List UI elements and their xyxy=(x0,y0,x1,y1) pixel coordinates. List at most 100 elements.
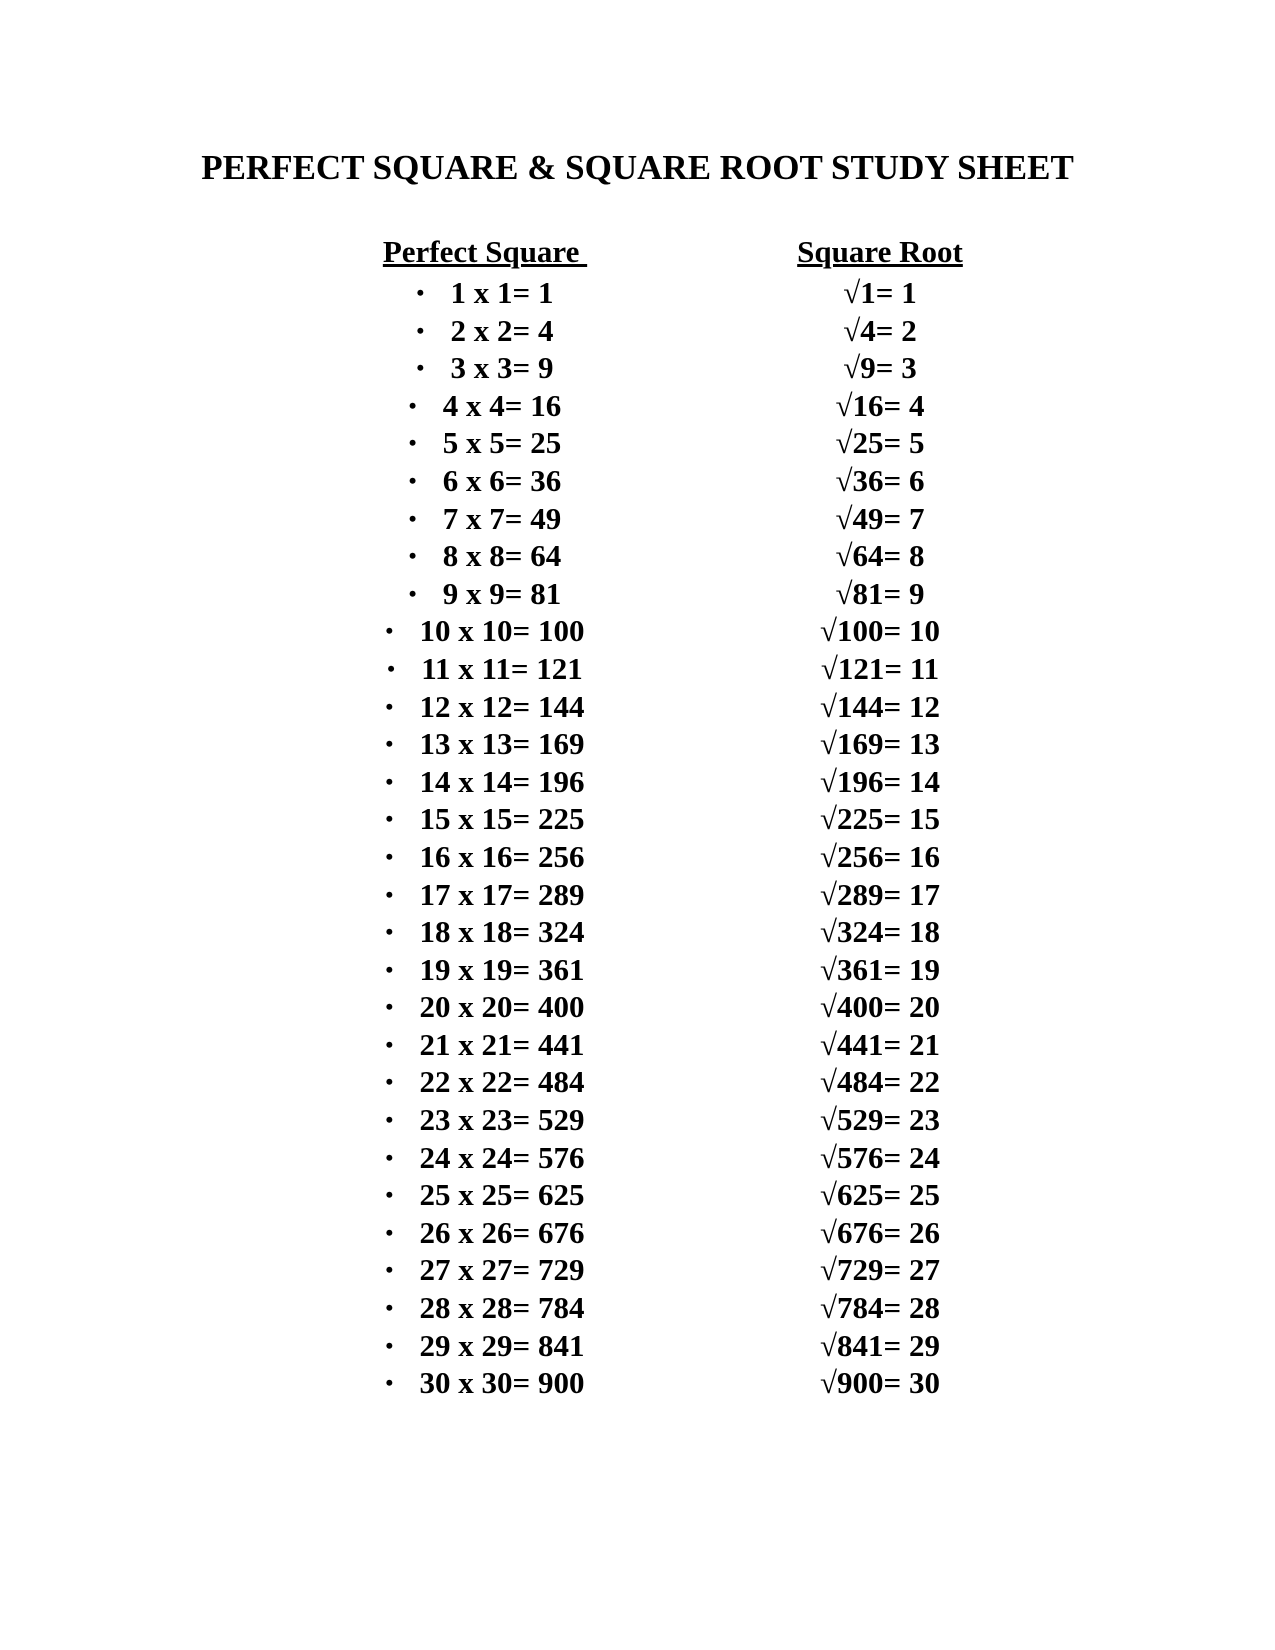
list-item: √121= 11 xyxy=(700,650,1060,688)
bullet-icon: • xyxy=(416,355,425,381)
square-root-text: √49= 7 xyxy=(835,500,925,536)
list-item: • 18 x 18= 324 xyxy=(270,913,700,951)
list-item: √144= 12 xyxy=(700,688,1060,726)
perfect-square-text: 28 x 28= 784 xyxy=(419,1290,585,1326)
bullet-icon: • xyxy=(385,994,394,1020)
square-root-text: √400= 20 xyxy=(820,989,940,1025)
bullet-icon: • xyxy=(416,317,425,343)
list-item: • 5 x 5= 25 xyxy=(270,424,700,462)
list-item: • 22 x 22= 484 xyxy=(270,1063,700,1101)
perfect-square-text: 26 x 26= 676 xyxy=(419,1214,585,1250)
perfect-square-text: 2 x 2= 4 xyxy=(450,312,554,348)
perfect-square-text: 23 x 23= 529 xyxy=(419,1102,585,1138)
list-item: • 28 x 28= 784 xyxy=(270,1289,700,1327)
bullet-icon: • xyxy=(385,618,394,644)
perfect-square-text: 25 x 25= 625 xyxy=(419,1177,585,1213)
square-root-text: √100= 10 xyxy=(820,613,940,649)
list-item: √196= 14 xyxy=(700,763,1060,801)
bullet-icon: • xyxy=(408,392,417,418)
list-item: √25= 5 xyxy=(700,424,1060,462)
perfect-square-column: Perfect Square • 1 x 1= 1 • 2 x 2= 4 • 3 x 3=… xyxy=(270,232,700,1402)
bullet-icon: • xyxy=(408,505,417,531)
perfect-square-text: 24 x 24= 576 xyxy=(419,1139,585,1175)
list-item: √256= 16 xyxy=(700,838,1060,876)
square-root-text: √81= 9 xyxy=(835,575,925,611)
square-root-text: √1= 1 xyxy=(843,275,917,310)
bullet-icon: • xyxy=(408,467,417,493)
square-root-text: √16= 4 xyxy=(835,387,925,423)
bullet-icon: • xyxy=(408,580,417,606)
perfect-square-text: 7 x 7= 49 xyxy=(442,500,562,536)
bullet-icon: • xyxy=(385,1370,394,1396)
list-item: √625= 25 xyxy=(700,1176,1060,1214)
square-root-text: √4= 2 xyxy=(843,312,917,348)
square-root-text: √900= 30 xyxy=(820,1365,940,1401)
square-root-text: √144= 12 xyxy=(820,688,940,724)
square-root-text: √64= 8 xyxy=(835,538,925,574)
page-title: PERFECT SQUARE & SQUARE ROOT STUDY SHEET xyxy=(201,148,1074,187)
bullet-icon: • xyxy=(385,731,394,757)
list-item: • 29 x 29= 841 xyxy=(270,1327,700,1365)
square-root-text: √25= 5 xyxy=(835,425,925,461)
bullet-icon: • xyxy=(385,1031,394,1057)
square-root-text: √529= 23 xyxy=(820,1102,940,1138)
perfect-square-text: 4 x 4= 16 xyxy=(442,387,562,423)
list-item: • 30 x 30= 900 xyxy=(270,1364,700,1402)
list-item: • 24 x 24= 576 xyxy=(270,1139,700,1177)
perfect-square-text: 22 x 22= 484 xyxy=(419,1064,585,1100)
square-root-list: √1= 1 √4= 2 √9= 3 √16= 4 √25= 5 √36= 6 √49= 7 √… xyxy=(700,274,1060,1402)
square-root-text: √196= 14 xyxy=(820,763,940,799)
square-root-text: √36= 6 xyxy=(835,462,925,498)
square-root-text: √784= 28 xyxy=(820,1290,940,1326)
square-root-text: √256= 16 xyxy=(820,838,940,874)
list-item: • 7 x 7= 49 xyxy=(270,500,700,538)
list-item: √64= 8 xyxy=(700,537,1060,575)
list-item: • 9 x 9= 81 xyxy=(270,575,700,613)
list-item: • 20 x 20= 400 xyxy=(270,988,700,1026)
list-item: √484= 22 xyxy=(700,1063,1060,1101)
list-item: • 13 x 13= 169 xyxy=(270,725,700,763)
perfect-square-text: 8 x 8= 64 xyxy=(442,538,562,574)
bullet-icon: • xyxy=(385,1295,394,1321)
list-item: • 6 x 6= 36 xyxy=(270,462,700,500)
list-item: √169= 13 xyxy=(700,725,1060,763)
list-item: • 4 x 4= 16 xyxy=(270,387,700,425)
square-root-text: √729= 27 xyxy=(820,1252,940,1288)
square-root-text: √576= 24 xyxy=(820,1139,940,1175)
list-item: √36= 6 xyxy=(700,462,1060,500)
list-item: √400= 20 xyxy=(700,988,1060,1026)
list-item: √441= 21 xyxy=(700,1026,1060,1064)
list-item: √289= 17 xyxy=(700,876,1060,914)
perfect-square-text: 17 x 17= 289 xyxy=(419,876,585,912)
bullet-icon: • xyxy=(408,543,417,569)
square-root-text: √841= 29 xyxy=(820,1327,940,1363)
bullet-icon: • xyxy=(416,280,425,305)
list-item: • 17 x 17= 289 xyxy=(270,876,700,914)
perfect-square-text: 20 x 20= 400 xyxy=(419,989,585,1025)
bullet-icon: • xyxy=(385,1107,394,1133)
perfect-square-text: 10 x 10= 100 xyxy=(419,613,585,649)
bullet-icon: • xyxy=(385,806,394,832)
square-root-text: √676= 26 xyxy=(820,1214,940,1250)
list-item: • 21 x 21= 441 xyxy=(270,1026,700,1064)
bullet-icon: • xyxy=(387,655,395,681)
bullet-icon: • xyxy=(385,843,394,869)
list-item: √16= 4 xyxy=(700,387,1060,425)
list-item: √576= 24 xyxy=(700,1139,1060,1177)
list-item: √676= 26 xyxy=(700,1214,1060,1252)
square-root-text: √9= 3 xyxy=(843,350,917,386)
square-root-text: √324= 18 xyxy=(820,914,940,950)
list-item: • 15 x 15= 225 xyxy=(270,800,700,838)
square-root-text: √121= 11 xyxy=(820,650,940,686)
list-item: • 14 x 14= 196 xyxy=(270,763,700,801)
perfect-square-text: 14 x 14= 196 xyxy=(419,763,585,799)
list-item: √9= 3 xyxy=(700,349,1060,387)
perfect-square-text: 3 x 3= 9 xyxy=(450,350,554,386)
list-item: √729= 27 xyxy=(700,1251,1060,1289)
list-item: √841= 29 xyxy=(700,1327,1060,1365)
perfect-square-text: 27 x 27= 729 xyxy=(419,1252,585,1288)
bullet-icon: • xyxy=(385,881,394,907)
perfect-square-text: 18 x 18= 324 xyxy=(419,914,585,950)
perfect-square-list: • 1 x 1= 1 • 2 x 2= 4 • 3 x 3= 9 • 4 x 4= 16 • 5 … xyxy=(270,274,700,1402)
list-item: • 10 x 10= 100 xyxy=(270,612,700,650)
